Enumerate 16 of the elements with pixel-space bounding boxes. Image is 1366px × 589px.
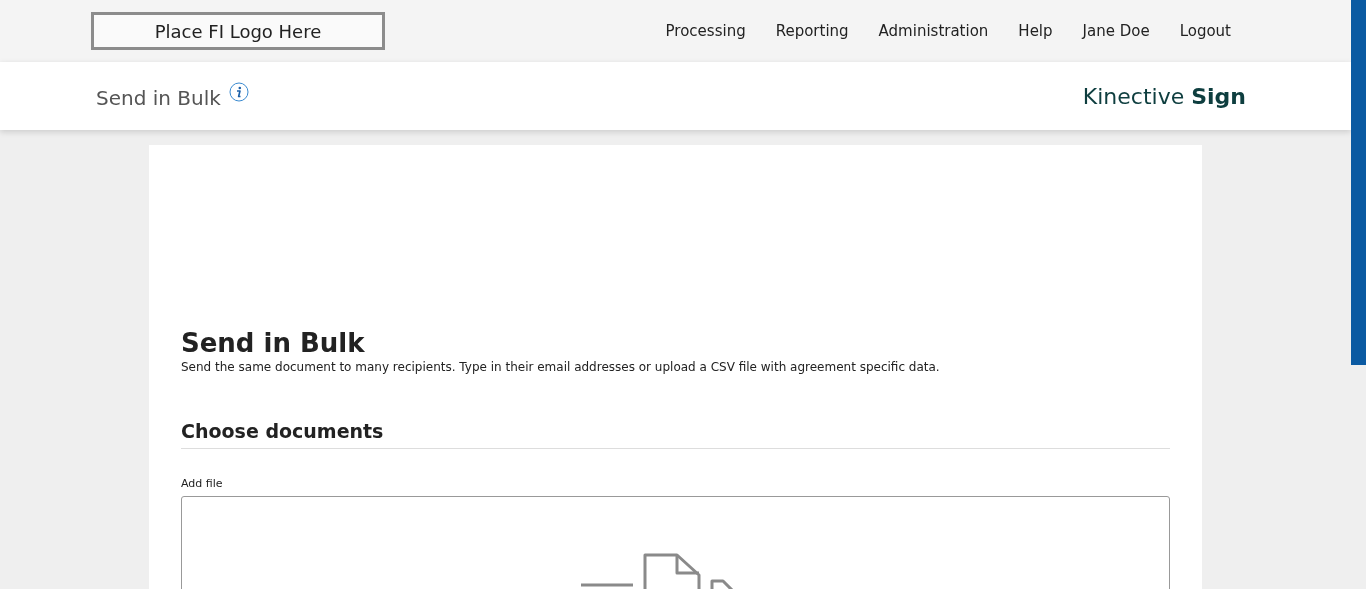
- info-icon[interactable]: [228, 82, 249, 102]
- brand-logo: Kinective Sign: [1082, 83, 1246, 109]
- nav-link[interactable]: Administration: [878, 22, 989, 40]
- card-description: Send the same document to many recipients. Type in their email addresses or upload a CSV file with agreement specific data.: [181, 360, 941, 374]
- nav-link[interactable]: Logout: [1179, 22, 1231, 40]
- nav-link[interactable]: Reporting: [775, 22, 849, 40]
- field-label: Add file: [181, 477, 224, 490]
- nav-link[interactable]: Processing: [665, 22, 746, 40]
- nav-link[interactable]: Jane Doe: [1082, 22, 1150, 40]
- page-title: Send in Bulk: [96, 86, 221, 110]
- card-title: Send in Bulk: [181, 328, 366, 358]
- logo-placeholder-text: Place FI Logo Here: [154, 20, 322, 42]
- scrollbar-thumb[interactable]: [1351, 0, 1366, 365]
- section-title: Choose documents: [181, 420, 1170, 449]
- file-drop-zone[interactable]: [181, 496, 1170, 589]
- nav-link[interactable]: Help: [1018, 22, 1053, 40]
